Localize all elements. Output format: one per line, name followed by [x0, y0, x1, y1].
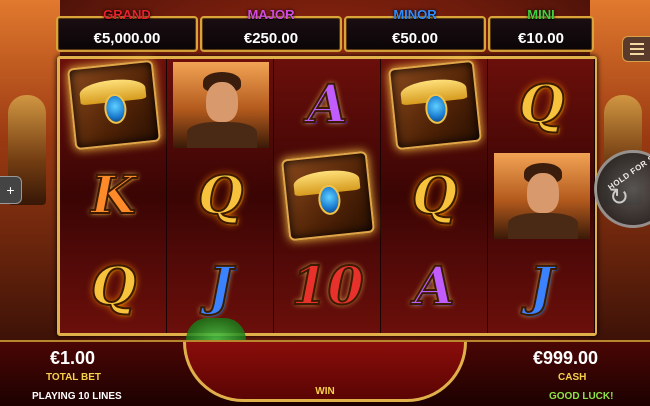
letter-symbol: A [381, 241, 488, 332]
letter-symbol: Q [488, 59, 595, 150]
jackpot-major: MAJOR €250.00 [200, 7, 342, 52]
symbol-glyph: Q [197, 164, 244, 227]
letter-symbol: K [60, 150, 167, 241]
jackpot-grand-value: €5,000.00 [93, 30, 161, 47]
letter-symbol: A [274, 59, 381, 150]
jackpot-major-value: €250.00 [243, 30, 299, 47]
explorer-symbol [167, 59, 274, 150]
jackpot-row: GRAND €5,000.00 MAJOR €250.00 MINOR €50.… [56, 6, 596, 54]
jackpot-minor-value: €50.00 [392, 30, 438, 47]
symbol-glyph: J [528, 255, 555, 318]
jackpot-mini-label: MINI [527, 7, 555, 22]
reel-grid: K Q Q J A 10 Q A Q J [57, 56, 597, 336]
jackpot-minor: MINOR €50.00 [344, 7, 486, 52]
good-luck-message: GOOD LUCK! [549, 391, 614, 402]
letter-symbol: Q [381, 150, 488, 241]
book-scatter-symbol [60, 59, 167, 150]
scarab-book-icon [66, 59, 161, 150]
scarab-book-icon [387, 59, 482, 150]
left-tab-button[interactable]: + [0, 176, 22, 204]
total-bet-value[interactable]: €1.00 [50, 348, 95, 369]
total-bet-label: TOTAL BET [46, 372, 101, 383]
reel-3: A 10 [274, 59, 381, 333]
letter-symbol: Q [60, 241, 167, 332]
symbol-glyph: J [207, 255, 234, 318]
reel-4: QA [381, 59, 488, 333]
jackpot-major-label: MAJOR [247, 7, 295, 22]
hamburger-icon-line [629, 53, 644, 55]
jackpot-grand: GRAND €5,000.00 [56, 7, 198, 52]
symbol-glyph: Q [411, 164, 458, 227]
explorer-portrait-icon [493, 152, 590, 239]
symbol-glyph: K [90, 164, 137, 227]
cash-label: CASH [558, 372, 587, 383]
reel-1: KQ [60, 59, 167, 333]
symbol-glyph: Q [518, 73, 565, 136]
playing-lines-label: PLAYING 10 LINES [32, 391, 122, 402]
explorer-symbol [488, 150, 595, 241]
scarab-book-icon [280, 150, 375, 241]
reel-2: QJ [167, 59, 274, 333]
left-tab-label: + [6, 182, 15, 198]
reel-5: QJ [488, 59, 595, 333]
menu-button[interactable] [622, 36, 650, 62]
letter-symbol: Q [167, 150, 274, 241]
hamburger-icon [629, 43, 644, 45]
symbol-glyph: 10 [290, 255, 364, 318]
jackpot-grand-label: GRAND [103, 7, 151, 22]
symbol-glyph: Q [90, 255, 137, 318]
jackpot-mini-value: €10.00 [518, 30, 564, 47]
cash-value: €999.00 [533, 348, 599, 368]
spin-button-glow[interactable] [186, 318, 246, 340]
symbol-glyph: A [306, 73, 348, 136]
book-scatter-symbol [381, 59, 488, 150]
jackpot-minor-label: MINOR [393, 7, 437, 22]
autospin-icon: ↻ [609, 184, 630, 211]
symbol-glyph: A [413, 255, 455, 318]
hamburger-icon-line [629, 48, 644, 50]
explorer-portrait-icon [172, 61, 269, 148]
book-scatter-symbol [274, 150, 381, 241]
letter-symbol: 10 [274, 241, 381, 332]
jackpot-mini: MINI €10.00 [488, 7, 594, 52]
letter-symbol: J [488, 241, 595, 332]
